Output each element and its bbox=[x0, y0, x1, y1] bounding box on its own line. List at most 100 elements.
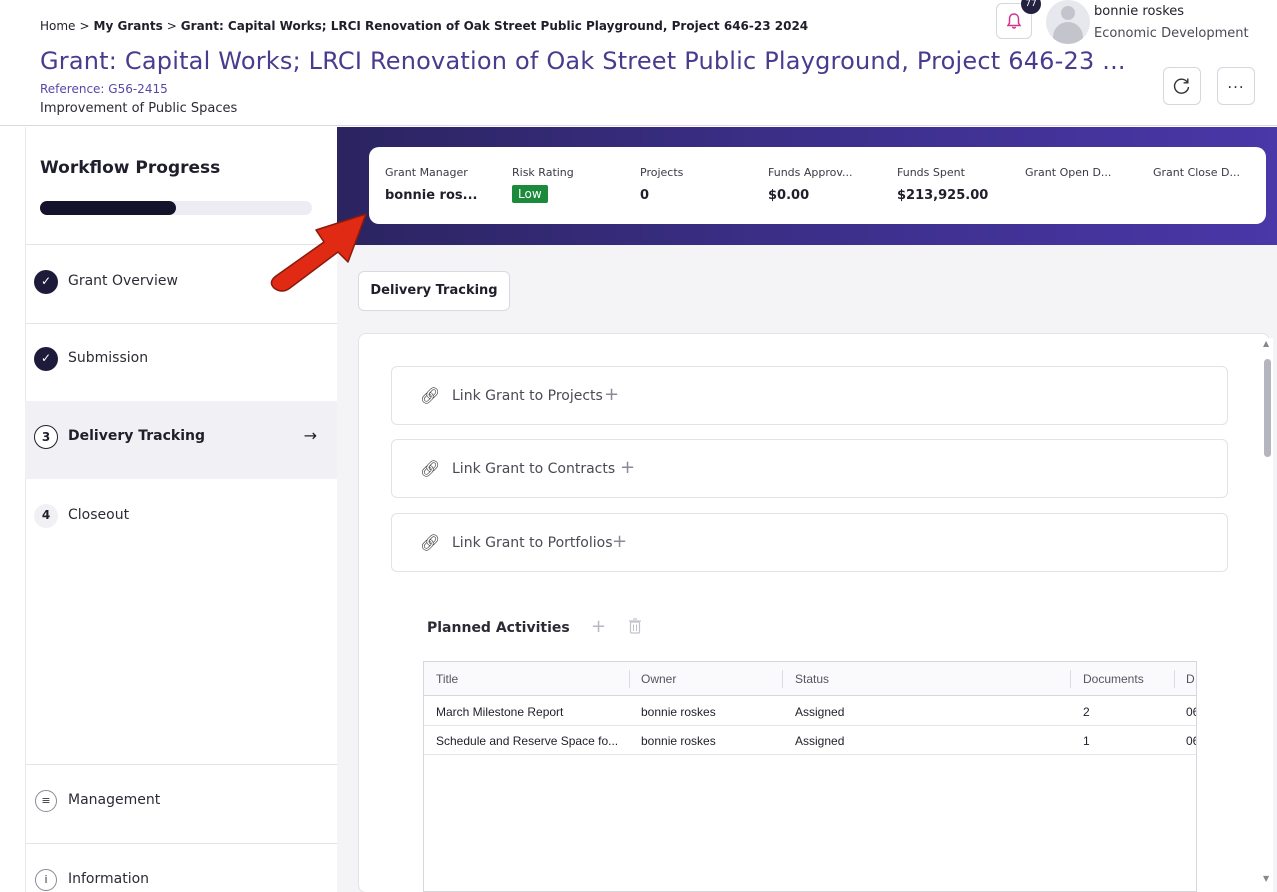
cell-date: 06 bbox=[1186, 734, 1196, 748]
link-grant-to-contracts[interactable]: 🔗︎ Link Grant to Contracts + bbox=[391, 439, 1228, 498]
scroll-up-icon[interactable]: ▲ bbox=[1263, 339, 1269, 348]
column-separator[interactable] bbox=[629, 670, 630, 688]
summary-value: bonnie ros... bbox=[385, 188, 478, 203]
planned-activities-table: Title Owner Status Documents D March Mil… bbox=[423, 661, 1197, 892]
summary-value: $213,925.00 bbox=[897, 188, 989, 203]
summary-funds-approved: Funds Approv... $0.00 bbox=[768, 166, 853, 203]
breadcrumb-my-grants[interactable]: My Grants bbox=[94, 19, 163, 33]
plus-icon[interactable]: + bbox=[620, 457, 635, 478]
grant-category: Improvement of Public Spaces bbox=[40, 101, 238, 116]
cell-date: 06 bbox=[1186, 705, 1196, 719]
summary-grant-open-date: Grant Open D... bbox=[1025, 166, 1111, 179]
column-header-owner[interactable]: Owner bbox=[641, 672, 676, 686]
link-icon: 🔗︎ bbox=[420, 386, 441, 405]
notification-count-badge: 77 bbox=[1021, 0, 1041, 14]
risk-badge: Low bbox=[512, 185, 548, 203]
cell-title: March Milestone Report bbox=[436, 705, 564, 719]
grant-reference: Reference: G56-2415 bbox=[40, 82, 168, 96]
tab-delivery-tracking[interactable]: Delivery Tracking bbox=[358, 271, 510, 311]
summary-risk-rating: Risk Rating Low bbox=[512, 166, 574, 203]
trash-icon[interactable] bbox=[628, 618, 642, 634]
summary-value: 0 bbox=[640, 188, 650, 203]
plus-icon[interactable]: + bbox=[604, 384, 619, 405]
workflow-progress-title: Workflow Progress bbox=[40, 158, 221, 178]
info-icon: i bbox=[35, 869, 57, 891]
step-closeout[interactable]: 4 Closeout bbox=[25, 479, 337, 557]
step-submission[interactable]: ✓ Submission bbox=[25, 324, 337, 402]
add-activity-icon[interactable]: + bbox=[591, 616, 606, 637]
scrollbar-thumb[interactable] bbox=[1264, 359, 1271, 457]
cell-documents: 1 bbox=[1083, 734, 1090, 748]
table-row[interactable]: Schedule and Reserve Space fo... bonnie … bbox=[424, 726, 1196, 755]
summary-label: Funds Spent bbox=[897, 166, 965, 179]
summary-label: Projects bbox=[640, 166, 684, 179]
link-label: Link Grant to Portfolios bbox=[452, 535, 613, 551]
summary-funds-spent: Funds Spent $213,925.00 bbox=[897, 166, 988, 203]
refresh-icon bbox=[1173, 78, 1190, 94]
avatar-body-shape bbox=[1053, 22, 1083, 44]
avatar-head-shape bbox=[1061, 6, 1075, 20]
plus-icon[interactable]: + bbox=[612, 531, 627, 552]
scroll-down-icon[interactable]: ▼ bbox=[1263, 874, 1269, 883]
summary-value: $0.00 bbox=[768, 188, 810, 203]
sidebar-item-management[interactable]: ≡ Management bbox=[25, 765, 337, 843]
breadcrumb-home[interactable]: Home bbox=[40, 19, 75, 33]
table-row[interactable]: March Milestone Report bonnie roskes Ass… bbox=[424, 697, 1196, 726]
link-icon: 🔗︎ bbox=[420, 533, 441, 552]
arrow-right-icon: → bbox=[303, 426, 317, 445]
cell-title: Schedule and Reserve Space fo... bbox=[436, 734, 619, 748]
step-delivery-tracking[interactable]: 3 Delivery Tracking → bbox=[25, 401, 337, 479]
sidebar-item-label: Management bbox=[68, 792, 161, 808]
column-separator[interactable] bbox=[1174, 670, 1175, 688]
cell-status: Assigned bbox=[795, 734, 845, 748]
cell-owner: bonnie roskes bbox=[641, 705, 716, 719]
avatar[interactable] bbox=[1046, 0, 1090, 44]
planned-activities-title: Planned Activities bbox=[427, 620, 570, 636]
table-header: Title Owner Status Documents D bbox=[424, 662, 1196, 696]
link-grant-to-portfolios[interactable]: 🔗︎ Link Grant to Portfolios + bbox=[391, 513, 1228, 572]
user-department: Economic Development bbox=[1094, 26, 1249, 41]
summary-label: Grant Manager bbox=[385, 166, 468, 179]
refresh-button[interactable] bbox=[1163, 67, 1201, 105]
summary-label: Risk Rating bbox=[512, 166, 574, 179]
summary-projects: Projects 0 bbox=[640, 166, 683, 203]
breadcrumb-current: Grant: Capital Works; LRCI Renovation of… bbox=[180, 19, 809, 33]
link-icon: 🔗︎ bbox=[420, 459, 441, 478]
workflow-progress-fill bbox=[40, 201, 176, 215]
summary-label: Funds Approv... bbox=[768, 166, 853, 179]
sidebar-item-information[interactable]: i Information bbox=[25, 844, 337, 892]
page-header: Home > My Grants > Grant: Capital Works; LRC… bbox=[0, 0, 1277, 126]
column-header-documents[interactable]: Documents bbox=[1083, 672, 1144, 686]
bell-icon bbox=[1006, 13, 1022, 29]
step-label: Submission bbox=[68, 350, 149, 366]
step-label: Delivery Tracking bbox=[68, 428, 205, 444]
step-label: Grant Overview bbox=[68, 273, 178, 289]
summary-label: Grant Close D... bbox=[1153, 166, 1240, 179]
breadcrumb-separator: > bbox=[166, 19, 177, 33]
column-header-status[interactable]: Status bbox=[795, 672, 829, 686]
breadcrumb: Home > My Grants > Grant: Capital Works; LRC… bbox=[40, 19, 808, 33]
check-icon: ✓ bbox=[34, 270, 58, 294]
column-separator[interactable] bbox=[1070, 670, 1071, 688]
more-options-button[interactable]: ... bbox=[1217, 67, 1255, 105]
sidebar-item-label: Information bbox=[68, 871, 150, 887]
step-number: 3 bbox=[34, 425, 58, 449]
summary-grant-manager: Grant Manager bonnie ros... bbox=[385, 166, 477, 203]
cell-status: Assigned bbox=[795, 705, 845, 719]
column-header-date[interactable]: D bbox=[1186, 672, 1195, 686]
cell-documents: 2 bbox=[1083, 705, 1090, 719]
summary-grant-close-date: Grant Close D... bbox=[1153, 166, 1240, 179]
ellipsis-icon: ... bbox=[1227, 74, 1245, 92]
step-label: Closeout bbox=[68, 507, 130, 523]
cell-owner: bonnie roskes bbox=[641, 734, 716, 748]
step-number: 4 bbox=[34, 504, 58, 528]
link-label: Link Grant to Projects bbox=[452, 388, 603, 404]
column-header-title[interactable]: Title bbox=[436, 672, 458, 686]
column-separator[interactable] bbox=[782, 670, 783, 688]
page-title: Grant: Capital Works; LRCI Renovation of… bbox=[40, 47, 1126, 75]
breadcrumb-separator: > bbox=[79, 19, 90, 33]
summary-label: Grant Open D... bbox=[1025, 166, 1112, 179]
link-grant-to-projects[interactable]: 🔗︎ Link Grant to Projects + bbox=[391, 366, 1228, 425]
link-label: Link Grant to Contracts bbox=[452, 461, 616, 477]
user-name[interactable]: bonnie roskes bbox=[1094, 4, 1184, 19]
